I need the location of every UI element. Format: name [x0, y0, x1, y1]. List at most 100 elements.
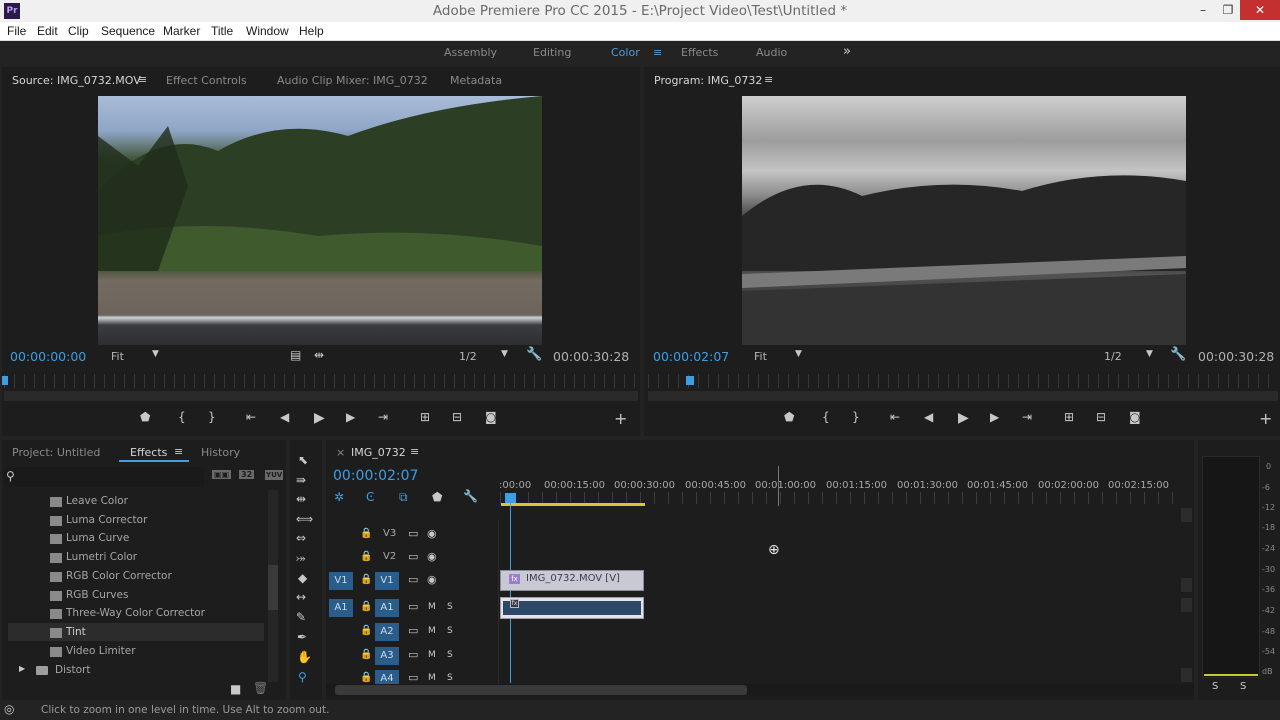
source-timecode[interactable]: 00:00:00:00 — [10, 349, 86, 364]
insert-icon[interactable]: ⊞ — [420, 410, 430, 424]
track-lock-icon[interactable]: 🔒 — [360, 601, 372, 612]
program-export-frame-camera-icon[interactable]: ◙ — [1129, 410, 1141, 424]
track-sync-icon[interactable]: ▭ — [408, 648, 418, 661]
track-target-a4[interactable]: A4 — [375, 670, 399, 684]
program-timecode[interactable]: 00:00:02:07 — [653, 349, 729, 364]
hand-tool-icon[interactable]: ✋ — [297, 650, 312, 664]
rolling-edit-tool-icon[interactable]: ⟺ — [296, 512, 313, 526]
track-lock-icon[interactable]: 🔒 — [360, 528, 372, 539]
minimize-icon[interactable]: – — [1190, 0, 1216, 20]
extract-icon[interactable]: ⊟ — [1096, 410, 1106, 424]
track-sync-icon[interactable]: ▭ — [408, 624, 418, 637]
new-bin-folder-icon[interactable]: ■ — [230, 682, 241, 696]
program-button-editor-plus-icon[interactable]: + — [1259, 409, 1272, 428]
source-fit-select[interactable]: Fit — [111, 350, 124, 363]
meter-solo-right-button[interactable]: S — [1240, 681, 1246, 692]
video-tracks-scrollbar[interactable] — [1181, 508, 1192, 522]
slide-tool-icon[interactable]: ↔ — [296, 590, 306, 604]
tab-metadata[interactable]: Metadata — [450, 74, 502, 87]
workspace-audio[interactable]: Audio — [756, 46, 787, 59]
track-target-a3[interactable]: A3 — [375, 647, 399, 665]
slip-tool-icon[interactable]: ◆ — [298, 571, 307, 585]
source-export-settings-icon[interactable]: ▤ — [290, 348, 301, 362]
program-play-icon[interactable]: ▶ — [958, 410, 969, 426]
menu-sequence[interactable]: Sequence — [101, 24, 155, 38]
snap-magnet-icon[interactable]: Ͼ — [366, 490, 374, 504]
program-resolution-chevron-down-icon[interactable]: ▼ — [1146, 349, 1153, 359]
timeline-scrollbar-thumb[interactable] — [335, 685, 747, 695]
menu-file[interactable]: File — [7, 24, 26, 38]
timeline-add-marker-icon[interactable]: ⬟ — [432, 490, 442, 504]
video-tracks-scrollbar-lower[interactable] — [1181, 578, 1192, 592]
program-mark-in-icon[interactable]: { — [822, 410, 830, 424]
menu-title[interactable]: Title — [211, 24, 233, 38]
track-sync-icon[interactable]: ▭ — [408, 550, 418, 563]
lift-icon[interactable]: ⊞ — [1064, 410, 1074, 424]
go-to-out-icon[interactable]: ⇥ — [378, 410, 388, 424]
mark-in-icon[interactable]: { — [178, 410, 186, 424]
meter-solo-left-button[interactable]: S — [1212, 681, 1218, 692]
add-marker-icon[interactable]: ⬟ — [140, 410, 150, 424]
workspace-assembly[interactable]: Assembly — [444, 46, 497, 59]
source-playhead[interactable] — [2, 376, 8, 385]
source-patch-v1[interactable]: V1 — [329, 572, 353, 590]
track-target-a1[interactable]: A1 — [375, 599, 399, 617]
timeline-playhead-handle[interactable] — [505, 493, 516, 503]
program-resolution-select[interactable]: 1/2 — [1104, 350, 1122, 363]
expand-triangle-icon[interactable]: ▶ — [19, 664, 25, 673]
workspace-editing[interactable]: Editing — [533, 46, 571, 59]
track-mute-button[interactable]: M — [428, 673, 436, 683]
workspace-menu-icon[interactable]: ≡ — [653, 46, 662, 59]
program-fit-select[interactable]: Fit — [754, 350, 767, 363]
track-solo-button[interactable]: S — [447, 673, 453, 683]
source-resolution-select[interactable]: 1/2 — [459, 350, 477, 363]
program-menu-icon[interactable]: ≡ — [764, 73, 773, 86]
source-resolution-chevron-down-icon[interactable]: ▼ — [501, 349, 508, 359]
track-lock-icon[interactable]: 🔒 — [360, 625, 372, 636]
track-mute-button[interactable]: M — [428, 650, 436, 660]
audio-tracks-scrollbar[interactable] — [1181, 598, 1192, 612]
pen-tool-icon[interactable]: ✎ — [296, 610, 306, 624]
track-target-a2[interactable]: A2 — [375, 623, 399, 641]
audio-tracks-scrollbar-lower[interactable] — [1181, 668, 1192, 682]
pen-tool-alt-icon[interactable]: ✒ — [297, 630, 307, 644]
menu-window[interactable]: Window — [246, 24, 289, 38]
source-menu-icon[interactable]: ≡ — [138, 73, 147, 86]
track-lock-icon[interactable]: 🔒 — [360, 649, 372, 660]
close-sequence-tab-icon[interactable]: × — [336, 446, 345, 459]
overwrite-icon[interactable]: ⊟ — [452, 410, 462, 424]
effects-menu-icon[interactable]: ≡ — [174, 445, 183, 458]
step-forward-icon[interactable]: ▶ — [346, 410, 355, 424]
track-solo-button[interactable]: S — [447, 626, 453, 636]
track-mute-button[interactable]: M — [428, 626, 436, 636]
track-mute-button[interactable]: M — [428, 602, 436, 612]
rate-stretch-tool-icon[interactable]: ⇔ — [296, 531, 306, 545]
tab-sequence[interactable]: IMG_0732 — [351, 446, 406, 459]
workspace-color[interactable]: Color — [611, 46, 640, 59]
timeline-timecode[interactable]: 00:00:02:07 — [333, 468, 418, 484]
tab-program[interactable]: Program: IMG_0732 — [654, 74, 762, 87]
program-mark-out-icon[interactable]: } — [852, 410, 860, 424]
step-back-icon[interactable]: ◀ — [280, 410, 289, 424]
menu-marker[interactable]: Marker — [163, 24, 200, 38]
program-settings-wrench-icon[interactable]: 🔧 — [1170, 347, 1186, 362]
track-solo-button[interactable]: S — [447, 602, 453, 612]
timeline-settings-wrench-icon[interactable]: 🔧 — [463, 489, 478, 503]
track-sync-icon[interactable]: ▭ — [408, 573, 418, 586]
work-area-bar[interactable] — [501, 503, 645, 506]
zoom-tool-icon[interactable]: ⚲ — [298, 670, 307, 684]
track-sync-icon[interactable]: ▭ — [408, 527, 418, 540]
source-drag-video-icon[interactable]: ⇹ — [314, 348, 324, 362]
effect-folder-distort[interactable]: Distort — [55, 664, 90, 676]
workspace-overflow-button[interactable]: » — [843, 44, 851, 59]
track-sync-icon[interactable]: ▭ — [408, 600, 418, 613]
effect-item-luma-corrector[interactable]: Luma Corrector — [66, 514, 147, 526]
restore-icon[interactable]: ❐ — [1216, 0, 1240, 20]
program-time-ruler[interactable] — [648, 374, 1278, 388]
track-lock-icon[interactable]: 🔒 — [360, 551, 372, 562]
effects-search-input[interactable] — [4, 467, 204, 487]
track-eye-icon[interactable]: ◉ — [427, 573, 437, 586]
program-go-to-out-icon[interactable]: ⇥ — [1022, 410, 1032, 424]
source-button-editor-plus-icon[interactable]: + — [614, 409, 627, 428]
menu-edit[interactable]: Edit — [37, 24, 58, 38]
